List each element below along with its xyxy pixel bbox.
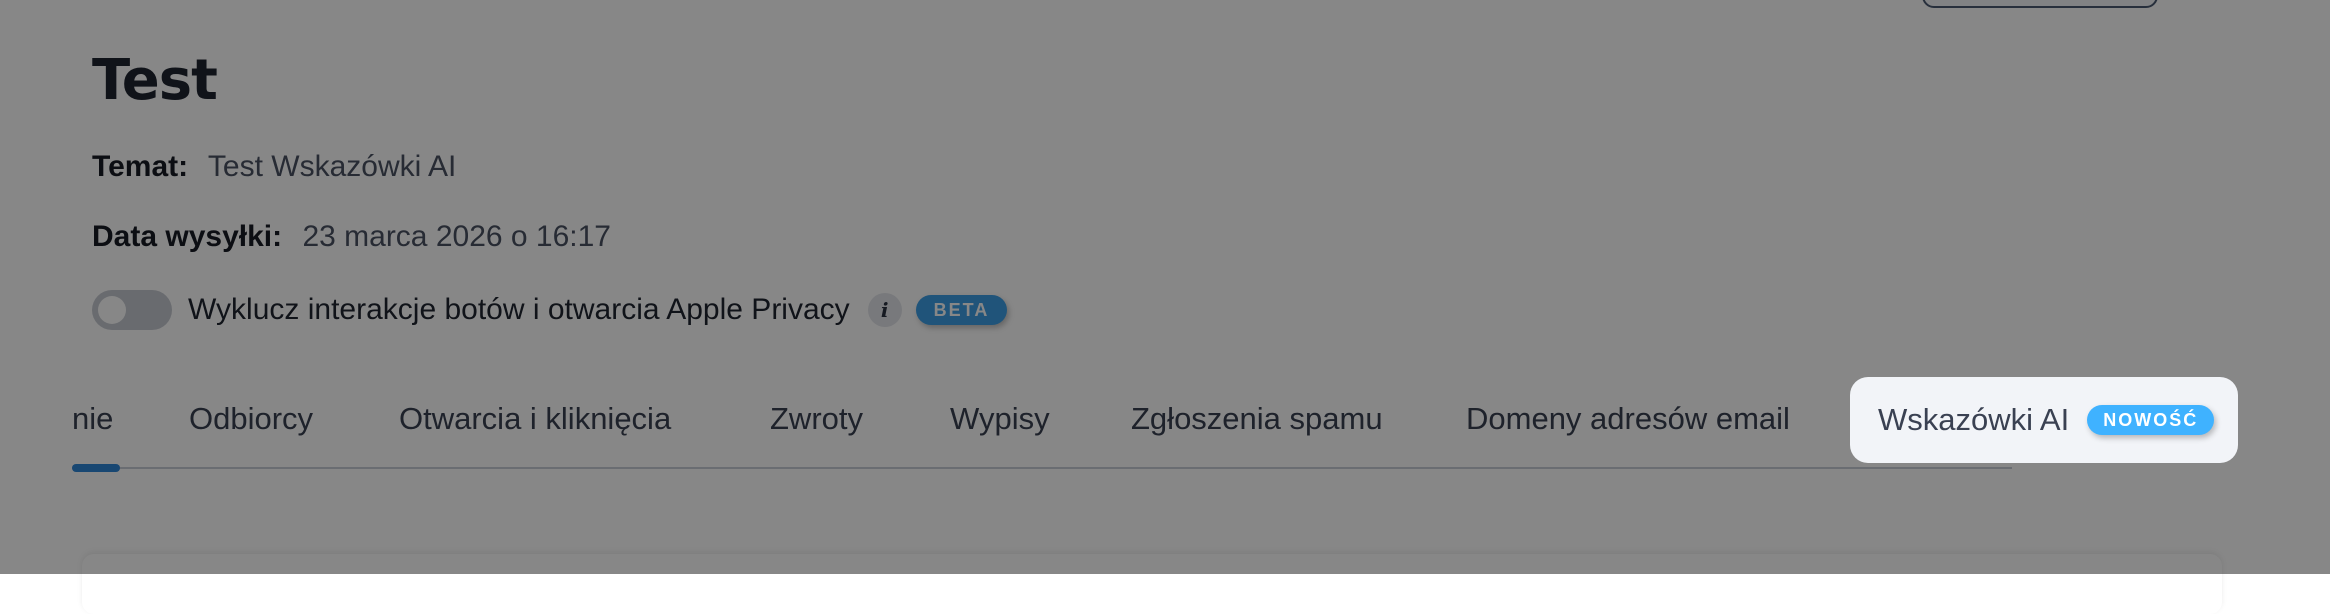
- info-icon[interactable]: i: [867, 293, 902, 327]
- bot-filter-label: Wyklucz interakcje botów i otwarcia Appl…: [188, 293, 850, 326]
- new-badge: NOWOŚĆ: [2087, 405, 2215, 435]
- bot-filter-toggle[interactable]: [92, 290, 172, 330]
- campaign-report-page: Test Temat: Test Wskazówki AI Data wysył…: [0, 0, 2330, 614]
- tab-overview[interactable]: nie: [72, 380, 113, 458]
- beta-badge: BETA: [915, 295, 1008, 325]
- bot-filter-row: Wyklucz interakcje botów i otwarcia Appl…: [92, 288, 1008, 332]
- active-tab-indicator: [72, 464, 120, 472]
- subject-row: Temat: Test Wskazówki AI: [92, 150, 456, 184]
- tab-spam-reports[interactable]: Zgłoszenia spamu: [1131, 380, 1383, 458]
- tab-ai-tips-label: Wskazówki AI: [1878, 402, 2070, 437]
- tab-opens-clicks[interactable]: Otwarcia i kliknięcia: [399, 380, 671, 458]
- subject-value: Test Wskazówki AI: [207, 150, 457, 183]
- report-content-card: [82, 554, 2222, 614]
- report-tabs: nie Odbiorcy Otwarcia i kliknięcia Zwrot…: [72, 380, 2012, 470]
- tabs-divider: [72, 467, 2012, 469]
- tab-bounces[interactable]: Zwroty: [770, 380, 863, 458]
- send-date-row: Data wysyłki: 23 marca 2026 o 16:17: [92, 220, 611, 254]
- tab-recipients[interactable]: Odbiorcy: [189, 380, 313, 458]
- send-date-value: 23 marca 2026 o 16:17: [302, 220, 611, 253]
- toggle-knob: [98, 296, 126, 324]
- header-action-button[interactable]: [1922, 0, 2158, 8]
- campaign-title: Test: [92, 48, 218, 113]
- tab-ai-tips[interactable]: Wskazówki AI NOWOŚĆ: [1850, 377, 2238, 463]
- tab-email-domains[interactable]: Domeny adresów email: [1466, 380, 1790, 458]
- subject-label: Temat:: [92, 150, 189, 183]
- tab-unsubscribes[interactable]: Wypisy: [950, 380, 1050, 458]
- send-date-label: Data wysyłki:: [92, 220, 283, 253]
